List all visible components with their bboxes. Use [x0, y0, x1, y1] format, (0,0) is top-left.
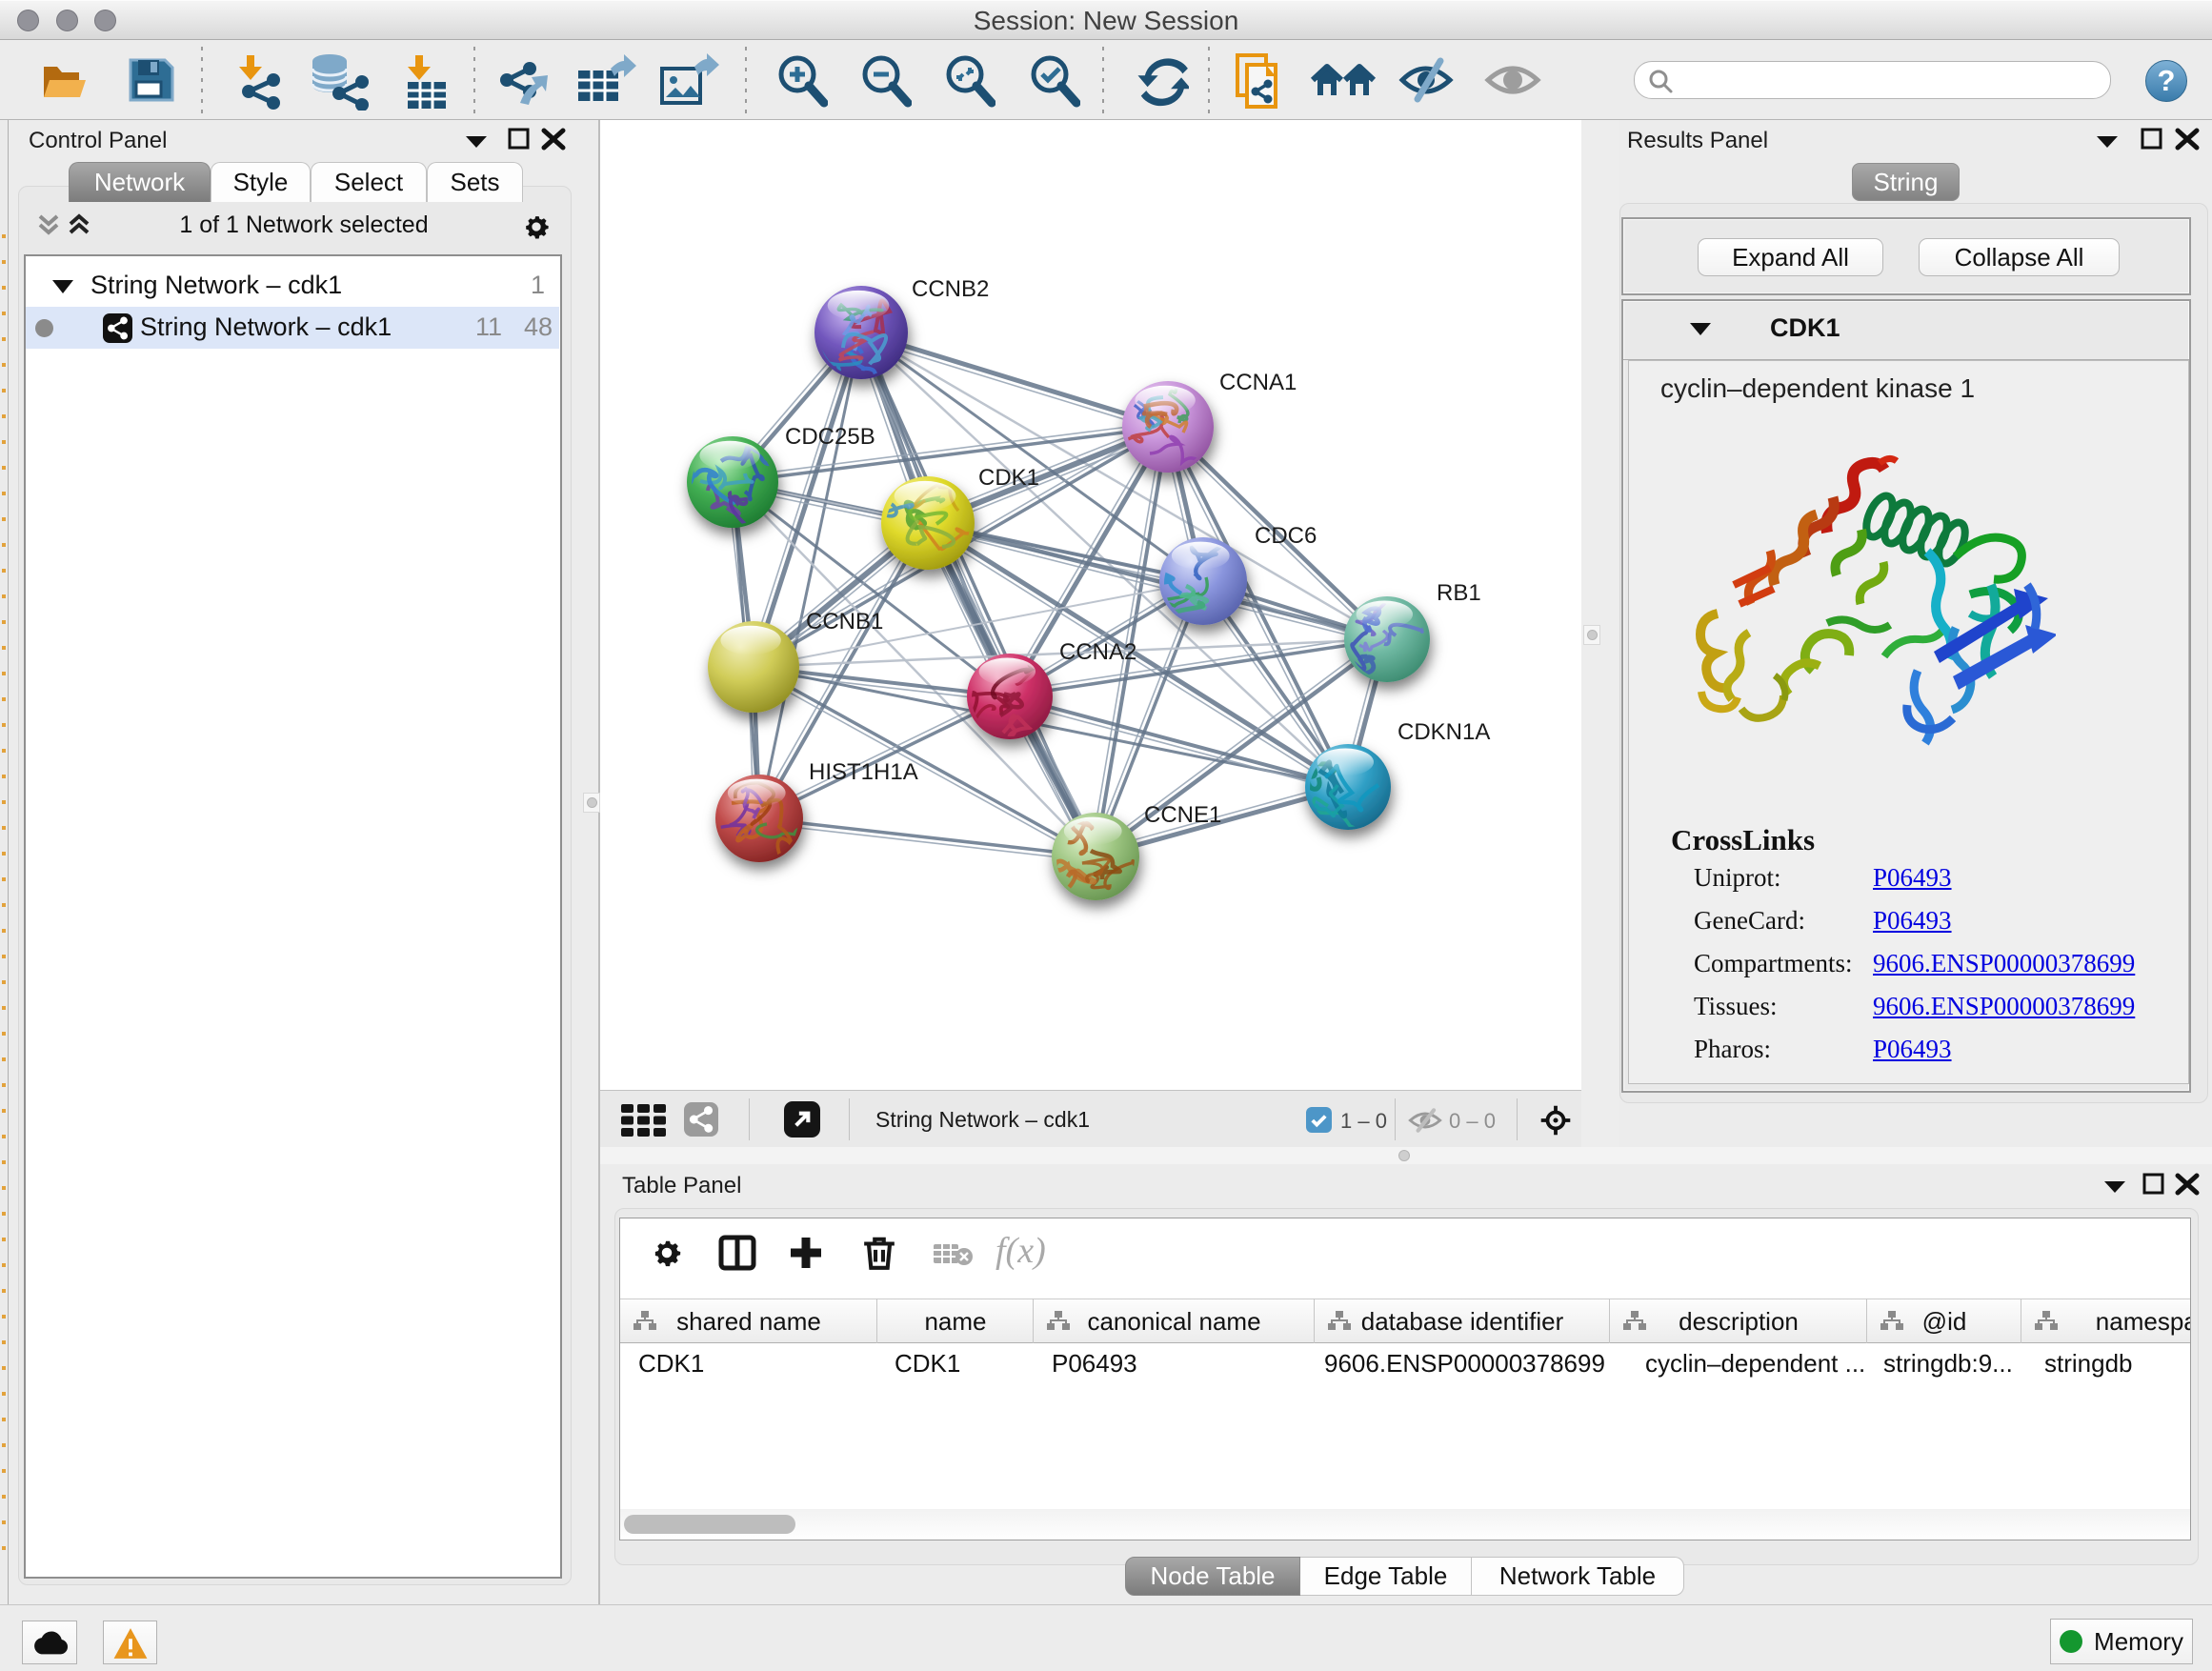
svg-text:RB1: RB1 [1437, 580, 1481, 606]
svg-text:CDK1: CDK1 [978, 465, 1039, 491]
svg-text:CDC25B: CDC25B [785, 424, 875, 450]
svg-text:CDKN1A: CDKN1A [1398, 719, 1490, 745]
svg-text:CCNE1: CCNE1 [1144, 802, 1221, 828]
svg-text:CCNA2: CCNA2 [1059, 639, 1136, 665]
svg-text:CCNB2: CCNB2 [912, 276, 989, 302]
svg-text:HIST1H1A: HIST1H1A [809, 759, 918, 785]
svg-text:CCNB1: CCNB1 [806, 609, 883, 634]
svg-text:CDC6: CDC6 [1255, 523, 1317, 549]
svg-text:CCNA1: CCNA1 [1219, 370, 1297, 395]
